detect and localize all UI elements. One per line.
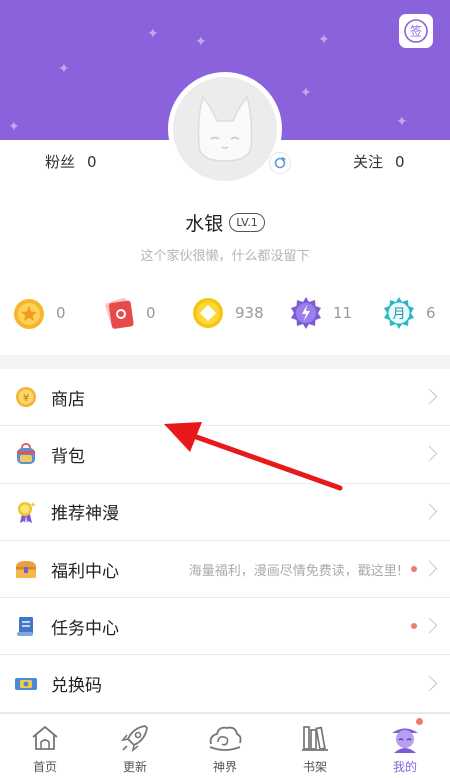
tab-updates[interactable]: 更新 (90, 714, 180, 778)
menu-item-label: 商店 (51, 389, 85, 410)
task-scroll-icon (17, 617, 33, 637)
tab-label: 神界 (212, 760, 237, 774)
menu-item-label: 任务中心 (51, 618, 119, 639)
shop-coin-icon: ¥ (16, 387, 36, 408)
purple-gear-badge-icon (291, 297, 321, 329)
menu-item-label: 兑换码 (51, 676, 102, 697)
bookshelf-icon (302, 726, 328, 751)
notification-dot (411, 623, 417, 630)
currency-value: 0 (146, 304, 156, 322)
currency-item[interactable]: 11 (288, 292, 352, 334)
sparkle-decoration: ✦ (8, 119, 20, 135)
currency-item[interactable]: 938 (190, 292, 264, 334)
currency-item[interactable]: 0 (101, 292, 156, 334)
home-icon (32, 726, 58, 750)
avatar[interactable] (168, 72, 282, 186)
sparkle-decoration: ✦ (147, 26, 159, 42)
level-badge: LV.1 (229, 213, 265, 232)
backpack-icon (17, 443, 35, 465)
svg-text:¥: ¥ (23, 393, 29, 404)
menu-item-shop[interactable]: ¥ 商店 (0, 369, 450, 427)
bottom-tab-bar: 首页 更新 神界 书架 我的 (0, 713, 450, 778)
notification-dot (411, 566, 417, 573)
currency-item[interactable]: 月 6 (381, 292, 436, 334)
tab-label: 首页 (32, 760, 57, 774)
sparkle-decoration: ✦ (396, 114, 408, 130)
avatar-edit-button[interactable] (269, 152, 291, 174)
sparkle-decoration: ✦ (318, 32, 330, 48)
tab-realm[interactable]: 神界 (180, 714, 270, 778)
diamond-coin-icon (193, 298, 223, 328)
refresh-icon (274, 156, 286, 169)
fans-label: 粉丝 (45, 153, 76, 171)
menu-item-label: 推荐神漫 (51, 504, 119, 525)
welfare-promo-hint: 海量福利，漫画尽情免费读，戳这里! (188, 563, 402, 579)
menu-item-label: 背包 (51, 446, 85, 467)
chevron-right-icon (421, 675, 438, 691)
currency-item[interactable]: 0 (11, 292, 66, 334)
tab-mine[interactable]: 我的 (360, 714, 450, 778)
tab-label: 更新 (122, 760, 147, 774)
sparkle-decoration: ✦ (300, 85, 312, 101)
gold-coin-icon (14, 299, 44, 329)
cloud-swirl-icon (209, 726, 242, 751)
currency-value: 938 (235, 304, 264, 322)
chevron-right-icon (421, 388, 438, 405)
checkin-button[interactable]: 签 (399, 14, 433, 48)
svg-text:签: 签 (410, 24, 422, 39)
recommend-medal-icon (18, 501, 36, 523)
chevron-right-icon (421, 446, 438, 462)
menu-item-label: 福利中心 (51, 561, 119, 582)
tab-label: 书架 (302, 760, 327, 774)
username[interactable]: 水银 (185, 209, 223, 236)
monthly-ticket-icon: 月 (384, 297, 414, 329)
notification-dot (416, 718, 423, 725)
currency-value: 6 (426, 304, 436, 322)
chevron-right-icon (421, 503, 438, 520)
treasure-chest-icon (16, 561, 36, 579)
tab-label: 我的 (392, 760, 417, 774)
menu-item-redeem[interactable]: 兑换码 (0, 655, 450, 713)
follow-label: 关注 (353, 153, 384, 171)
profile-bio[interactable]: 这个家伙很懒，什么都没留下 (0, 245, 450, 264)
menu-item-welfare[interactable]: 福利中心 海量福利，漫画尽情免费读，戳这里! (0, 541, 450, 599)
sparkle-decoration: ✦ (58, 61, 70, 77)
chevron-right-icon (421, 560, 438, 577)
svg-text:月: 月 (392, 307, 405, 322)
section-divider (0, 355, 450, 369)
chevron-right-icon (421, 618, 438, 634)
currency-row: 0 0 938 11 月 6 (0, 292, 450, 334)
fans-count: 0 (87, 153, 97, 171)
tab-bookshelf[interactable]: 书架 (270, 714, 360, 778)
menu-item-tasks[interactable]: 任务中心 (0, 598, 450, 656)
currency-value: 0 (56, 304, 66, 322)
red-ticket-icon (105, 298, 134, 329)
menu-item-backpack[interactable]: 背包 (0, 426, 450, 484)
follow-count: 0 (395, 153, 405, 171)
fans-stat[interactable]: 粉丝 0 (45, 151, 97, 172)
default-bunny-avatar-icon (173, 77, 277, 181)
redeem-code-icon (15, 677, 37, 690)
currency-value: 11 (333, 304, 353, 322)
rocket-icon (121, 725, 148, 752)
tab-home[interactable]: 首页 (0, 714, 90, 778)
profile-avatar-icon (392, 728, 418, 753)
username-row: 水银 LV.1 (0, 209, 450, 236)
follow-stat[interactable]: 关注 0 (353, 151, 405, 172)
sparkle-decoration: ✦ (195, 34, 207, 50)
menu-item-recommend[interactable]: 推荐神漫 (0, 484, 450, 541)
menu-list: ¥ 商店 背包 推荐神漫 福利中心 海量福利，漫画尽情免费读，戳这里! 任务中心… (0, 369, 450, 713)
sign-in-stamp-icon: 签 (404, 19, 428, 43)
